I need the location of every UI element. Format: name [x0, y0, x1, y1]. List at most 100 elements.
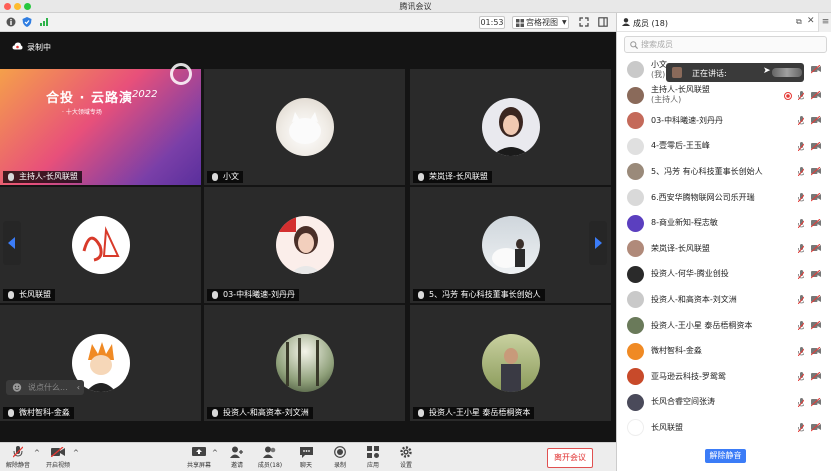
member-row[interactable]: 荣岚译-长风联盟 — [617, 236, 831, 261]
muted-mic-icon[interactable] — [798, 141, 804, 151]
camera-off-icon[interactable] — [811, 65, 821, 74]
participant-name: 小文 — [223, 172, 239, 181]
close-icon[interactable]: ✕ — [807, 16, 815, 26]
member-row[interactable]: 投资人-何华-腾业创投 — [617, 262, 831, 287]
view-selector[interactable]: 宫格视图 ▼ — [512, 16, 569, 29]
member-row[interactable]: 4-壹零后-王玉峰 — [617, 134, 831, 159]
member-row[interactable]: 亚马逊云科技-罗鸳鸳 — [617, 364, 831, 389]
camera-off-icon[interactable] — [811, 423, 821, 432]
participant-name: 主持人-长风联盟 — [19, 172, 78, 181]
camera-off-icon[interactable] — [811, 244, 821, 253]
mic-icon — [8, 409, 14, 417]
emoji-icon[interactable] — [12, 383, 22, 392]
camera-off-icon[interactable] — [811, 346, 821, 356]
muted-mic-icon[interactable] — [798, 295, 804, 305]
mute-button[interactable]: 解除静音 — [4, 446, 32, 471]
apps-button[interactable]: 应用 — [363, 446, 383, 471]
invite-button[interactable]: 邀请 — [226, 446, 248, 471]
member-row[interactable]: 6.西安华腾物联网公司乐开瑞 — [617, 185, 831, 210]
member-row[interactable]: 5、冯芳 有心科技董事长创始人 — [617, 159, 831, 184]
info-icon[interactable] — [5, 16, 17, 28]
fullscreen-icon[interactable] — [578, 16, 590, 28]
muted-mic-icon[interactable] — [798, 116, 804, 126]
camera-off-icon[interactable] — [811, 193, 821, 202]
avatar — [275, 98, 334, 156]
muted-mic-icon[interactable] — [798, 423, 804, 433]
leave-meeting-button[interactable]: 离开会议 — [547, 448, 593, 468]
video-tile-host[interactable]: 合投 · 云路演 2022 · 十大领域专场 主持人-长风联盟 — [0, 63, 201, 185]
chat-button[interactable]: 聊天 — [296, 446, 316, 471]
chat-input[interactable]: 说点什么... ‹ — [6, 380, 84, 395]
speaking-tooltip: 正在讲话: ➤ — [666, 63, 804, 82]
camera-off-icon[interactable] — [811, 397, 821, 407]
camera-off-icon[interactable] — [811, 295, 821, 304]
muted-mic-icon[interactable] — [798, 218, 804, 228]
camera-off-icon[interactable] — [811, 372, 821, 381]
chevron-up-icon[interactable]: ^ — [34, 449, 40, 457]
video-button[interactable]: 开启视频 — [43, 446, 73, 471]
participant-name: 投资人-王小星 泰岳梧桐资本 — [429, 408, 531, 417]
video-tile[interactable]: 投资人-王小星 泰岳梧桐资本 — [410, 305, 611, 421]
camera-off-icon[interactable] — [811, 218, 821, 228]
recording-label: 录制中 — [27, 43, 51, 52]
members-button[interactable]: 成员(18) — [257, 446, 283, 471]
next-page-button[interactable] — [589, 221, 607, 265]
camera-off-icon[interactable] — [811, 269, 821, 279]
participant-name-tag: 投资人-王小星 泰岳梧桐资本 — [413, 407, 535, 419]
avatar — [481, 216, 540, 274]
video-label: 开启视频 — [45, 462, 70, 469]
settings-button[interactable]: 设置 — [396, 446, 416, 471]
sidebar-toggle-icon[interactable] — [597, 16, 609, 28]
video-tile[interactable]: 小文 — [204, 69, 405, 185]
video-tile[interactable]: 长风联盟 — [0, 187, 201, 303]
member-row[interactable]: 投资人-王小星 泰岳梧桐资本 — [617, 313, 831, 338]
camera-off-icon[interactable] — [811, 90, 821, 100]
camera-off-icon[interactable] — [811, 167, 821, 176]
panel-header: 成员 (18) ⧉ ✕ ≡ — [617, 13, 831, 32]
muted-mic-icon[interactable] — [798, 244, 804, 254]
participant-name-tag: 03-中科曦速-刘丹丹 — [207, 289, 299, 301]
camera-off-icon[interactable] — [811, 321, 821, 330]
muted-mic-icon[interactable] — [798, 193, 804, 202]
muted-mic-icon[interactable] — [798, 372, 804, 382]
speaking-label: 正在讲话: — [692, 69, 727, 78]
camera-off-icon[interactable] — [811, 116, 821, 125]
member-search-input[interactable]: 搜索成员 — [624, 36, 827, 53]
signal-icon[interactable] — [38, 16, 50, 28]
previous-page-button[interactable] — [3, 221, 21, 265]
muted-mic-icon[interactable] — [798, 269, 804, 279]
chevron-up-icon[interactable]: ^ — [73, 449, 79, 457]
member-name-block: 长风合睿空间张涛 — [651, 390, 715, 415]
muted-mic-icon[interactable] — [798, 346, 804, 356]
video-tile[interactable]: 03-中科曦速-刘丹丹 — [204, 187, 405, 303]
member-row[interactable]: 长风联盟 — [617, 415, 831, 440]
video-tile[interactable]: 投资人-和高资本-刘文洲 — [204, 305, 405, 421]
shield-icon[interactable] — [21, 16, 33, 28]
video-tile[interactable]: 微村智科-金淼 — [0, 305, 201, 421]
member-row[interactable]: 长风合睿空间张涛 — [617, 390, 831, 415]
muted-mic-icon[interactable] — [798, 90, 804, 100]
menu-icon[interactable]: ≡ — [818, 13, 831, 32]
member-row[interactable]: 投资人-和高资本-刘文洲 — [617, 287, 831, 312]
member-name-block: 5、冯芳 有心科技董事长创始人 — [651, 159, 763, 184]
member-row[interactable]: 主持人-长风联盟 (主持人) — [617, 83, 831, 108]
avatar — [71, 216, 130, 274]
share-screen-button[interactable]: 共享屏幕 — [185, 446, 213, 471]
video-tile[interactable]: 荣岚译-长风联盟 — [410, 69, 611, 185]
member-name: 投资人-何华-腾业创投 — [651, 269, 729, 279]
member-row[interactable]: 微村智科-金淼 — [617, 339, 831, 364]
unmute-all-button[interactable]: 解除静音 — [705, 449, 746, 463]
camera-off-icon[interactable] — [811, 141, 821, 151]
recording-indicator-icon — [784, 91, 792, 100]
popout-icon[interactable]: ⧉ — [796, 17, 802, 27]
video-tile[interactable]: 5、冯芳 有心科技董事长创始人 — [410, 187, 611, 303]
member-row[interactable]: 8-商业新知-程志敏 — [617, 211, 831, 236]
member-row[interactable]: 03-中科曦速-刘丹丹 — [617, 108, 831, 133]
muted-mic-icon[interactable] — [798, 321, 804, 330]
record-button[interactable]: 录制 — [330, 446, 350, 471]
collapse-icon[interactable]: ‹ — [77, 380, 80, 395]
muted-mic-icon[interactable] — [798, 167, 804, 177]
chevron-up-icon[interactable]: ^ — [212, 449, 218, 457]
muted-mic-icon[interactable] — [798, 397, 804, 407]
member-avatar — [627, 419, 644, 437]
